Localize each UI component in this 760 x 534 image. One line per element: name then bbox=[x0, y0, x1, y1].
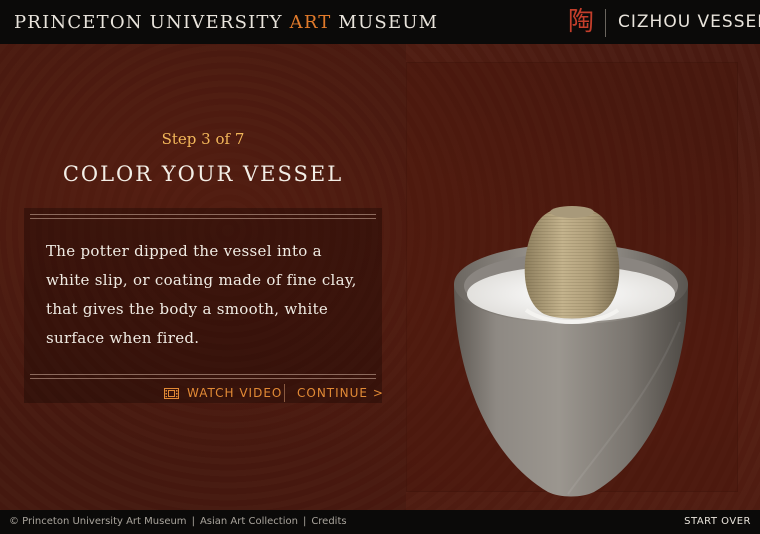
museum-brand[interactable]: PRINCETON UNIVERSITY ART MUSEUM bbox=[14, 12, 438, 33]
page-title: COLOR YOUR VESSEL bbox=[62, 162, 344, 186]
main-stage: Step 3 of 7 COLOR YOUR VESSEL The potter… bbox=[0, 44, 760, 510]
footer-bar: © Princeton University Art Museum | Asian … bbox=[0, 510, 760, 534]
brand-prefix: PRINCETON UNIVERSITY bbox=[14, 12, 283, 33]
pottery-logo-icon: 陶 bbox=[567, 7, 594, 37]
app-title: CIZHOU VESSEL bbox=[618, 12, 760, 32]
start-over-button[interactable]: START OVER bbox=[684, 516, 751, 527]
instruction-text: The potter dipped the vessel into a whit… bbox=[46, 242, 357, 347]
step-indicator: Step 3 of 7 bbox=[161, 130, 245, 148]
vessel-illustration bbox=[454, 206, 688, 497]
divider-top bbox=[30, 214, 376, 219]
footer-separator: | bbox=[302, 516, 307, 527]
divider-bottom bbox=[30, 374, 376, 379]
footer-links: © Princeton University Art Museum | Asian … bbox=[9, 516, 347, 527]
header-bar: PRINCETON UNIVERSITY ART MUSEUM 陶 CIZHOU… bbox=[0, 0, 760, 44]
continue-button[interactable]: CONTINUE > bbox=[297, 384, 384, 402]
brand-accent: ART bbox=[289, 12, 332, 33]
watch-video-label: WATCH VIDEO bbox=[187, 386, 283, 400]
header-divider bbox=[605, 9, 606, 37]
asian-art-collection-link[interactable]: Asian Art Collection bbox=[200, 516, 298, 527]
brand-suffix: MUSEUM bbox=[338, 12, 439, 33]
footer-separator: | bbox=[191, 516, 195, 527]
film-icon bbox=[164, 387, 179, 399]
copyright-link[interactable]: © Princeton University Art Museum bbox=[9, 516, 187, 527]
credits-link[interactable]: Credits bbox=[311, 516, 346, 527]
action-divider bbox=[284, 384, 285, 402]
watch-video-button[interactable]: WATCH VIDEO bbox=[164, 384, 282, 402]
